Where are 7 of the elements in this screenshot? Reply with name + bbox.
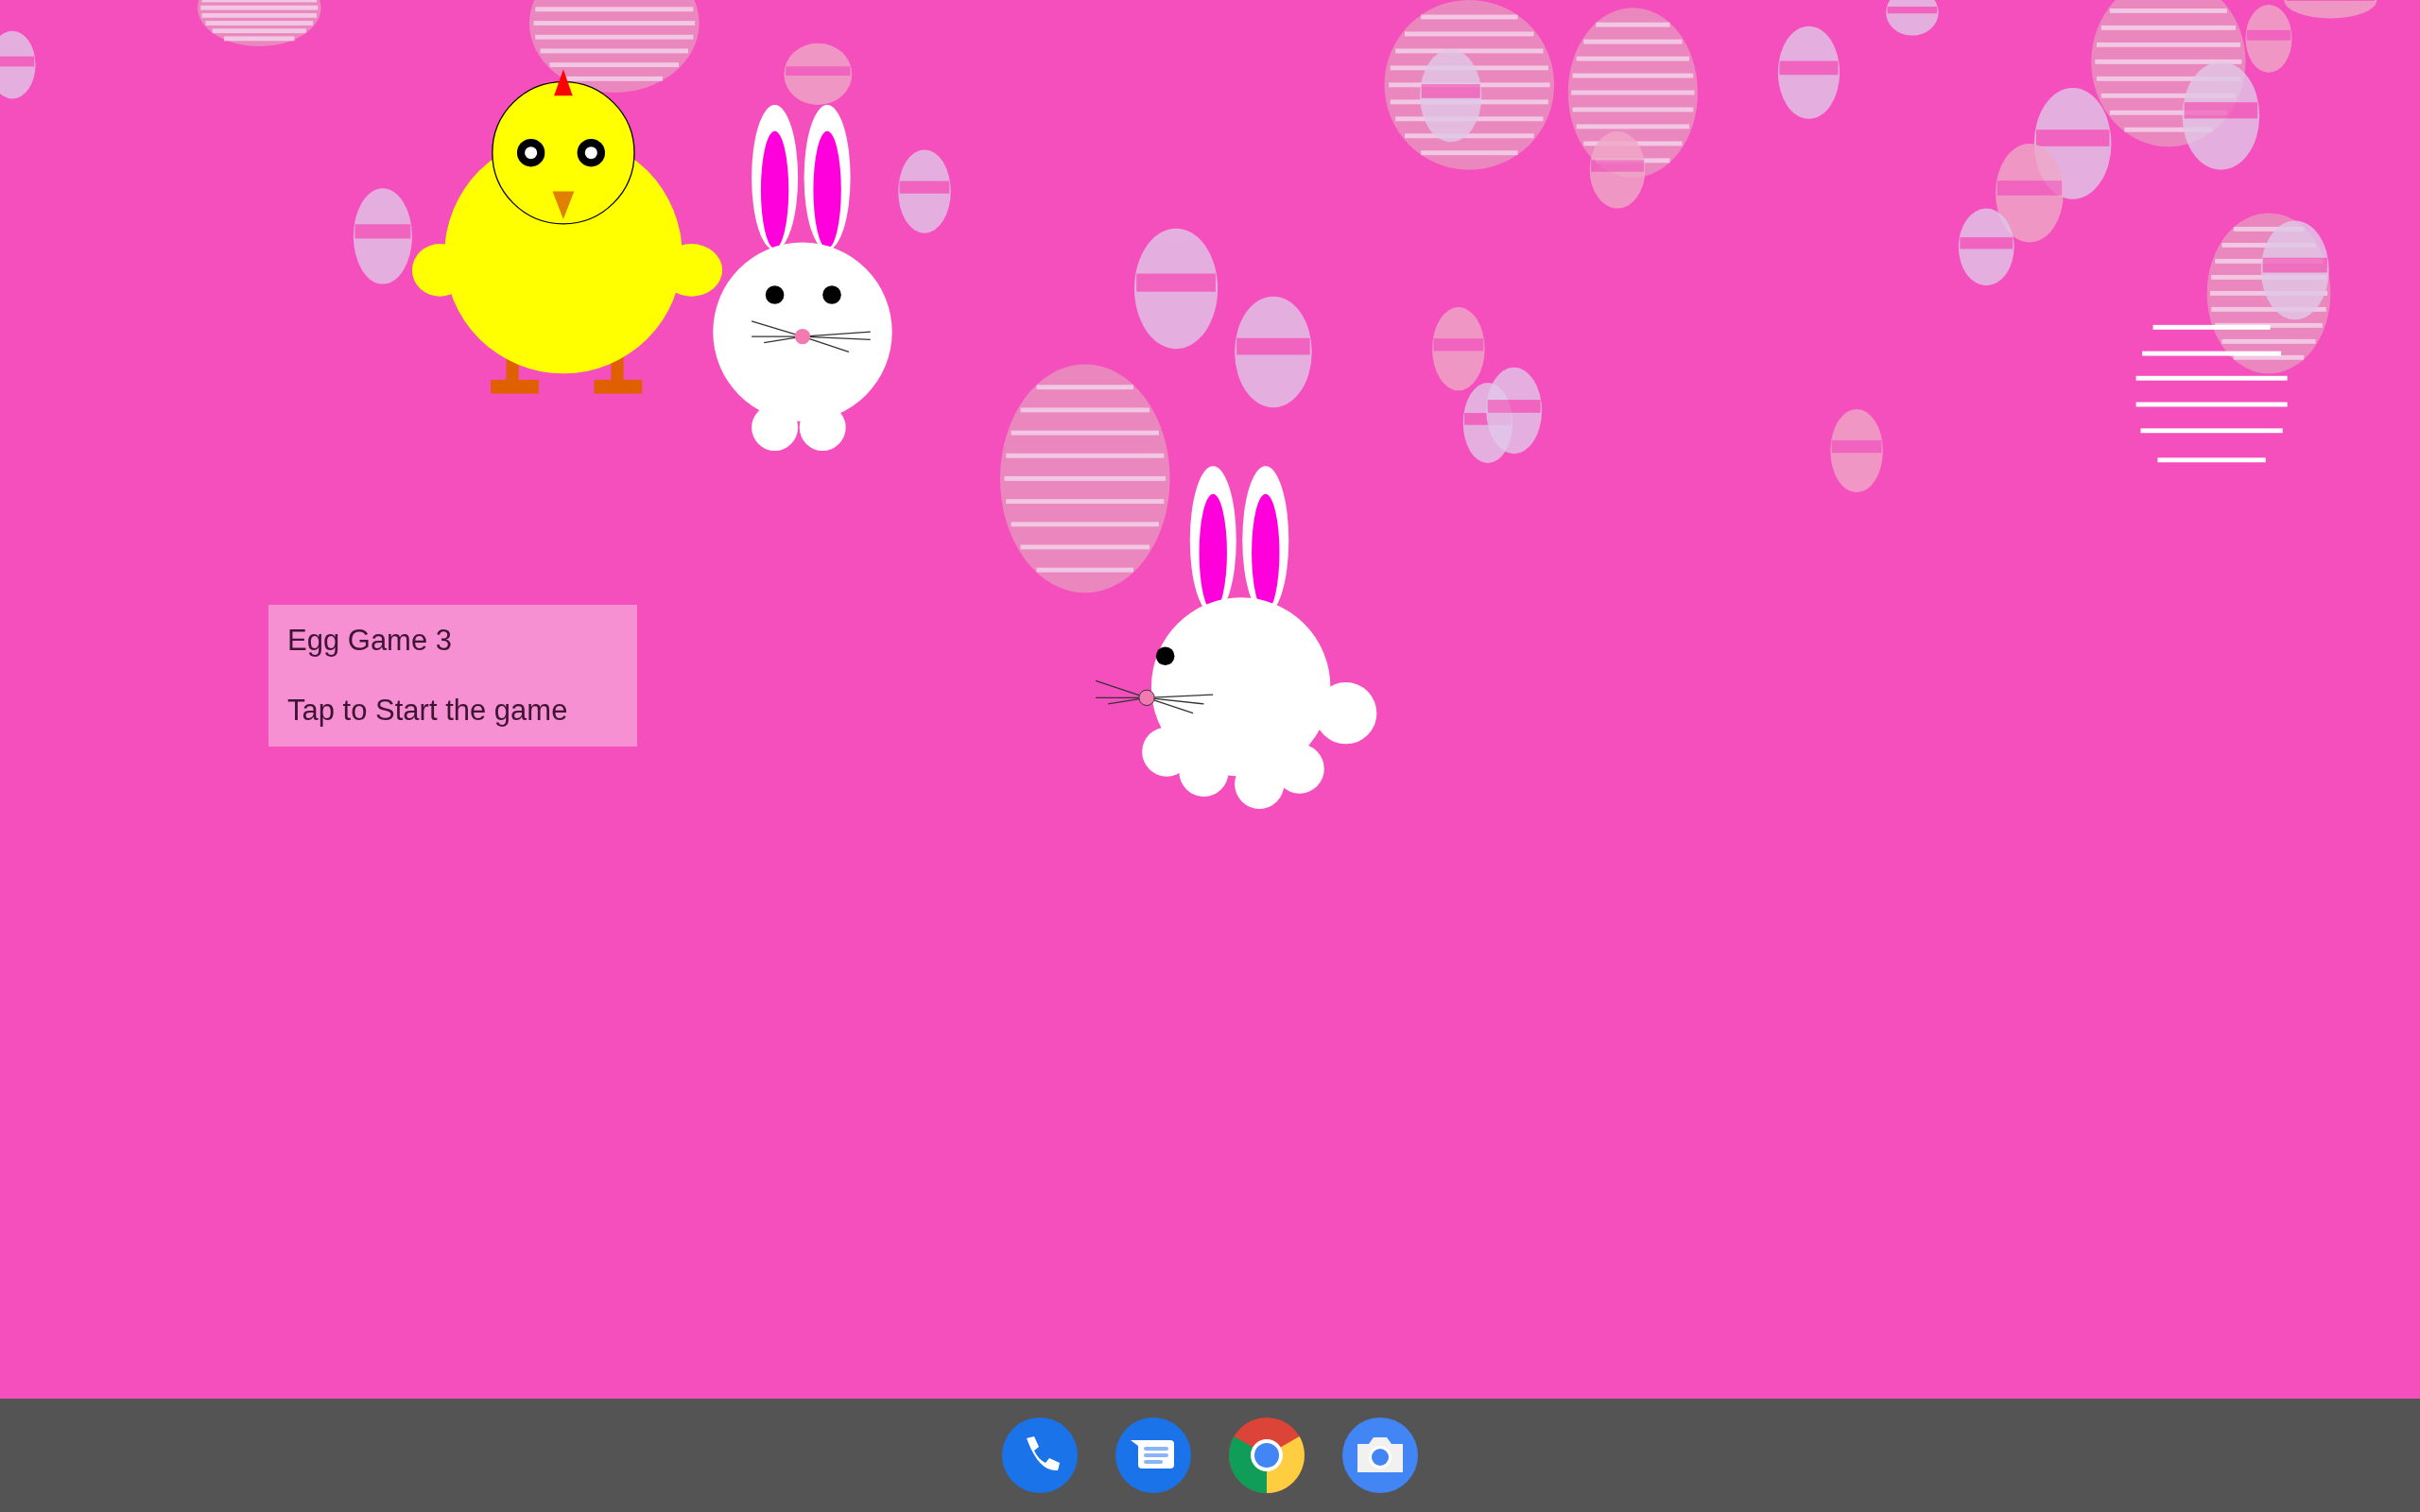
start-panel[interactable]: Egg Game 3 Tap to Start the game — [268, 605, 637, 747]
browser-icon[interactable] — [1229, 1418, 1305, 1493]
phone-icon[interactable] — [1002, 1418, 1078, 1493]
camera-icon[interactable] — [1342, 1418, 1418, 1493]
game-title: Egg Game 3 — [287, 624, 454, 658]
chat-bubble-icon[interactable] — [1115, 1418, 1191, 1493]
start-prompt: Tap to Start the game — [287, 694, 569, 728]
